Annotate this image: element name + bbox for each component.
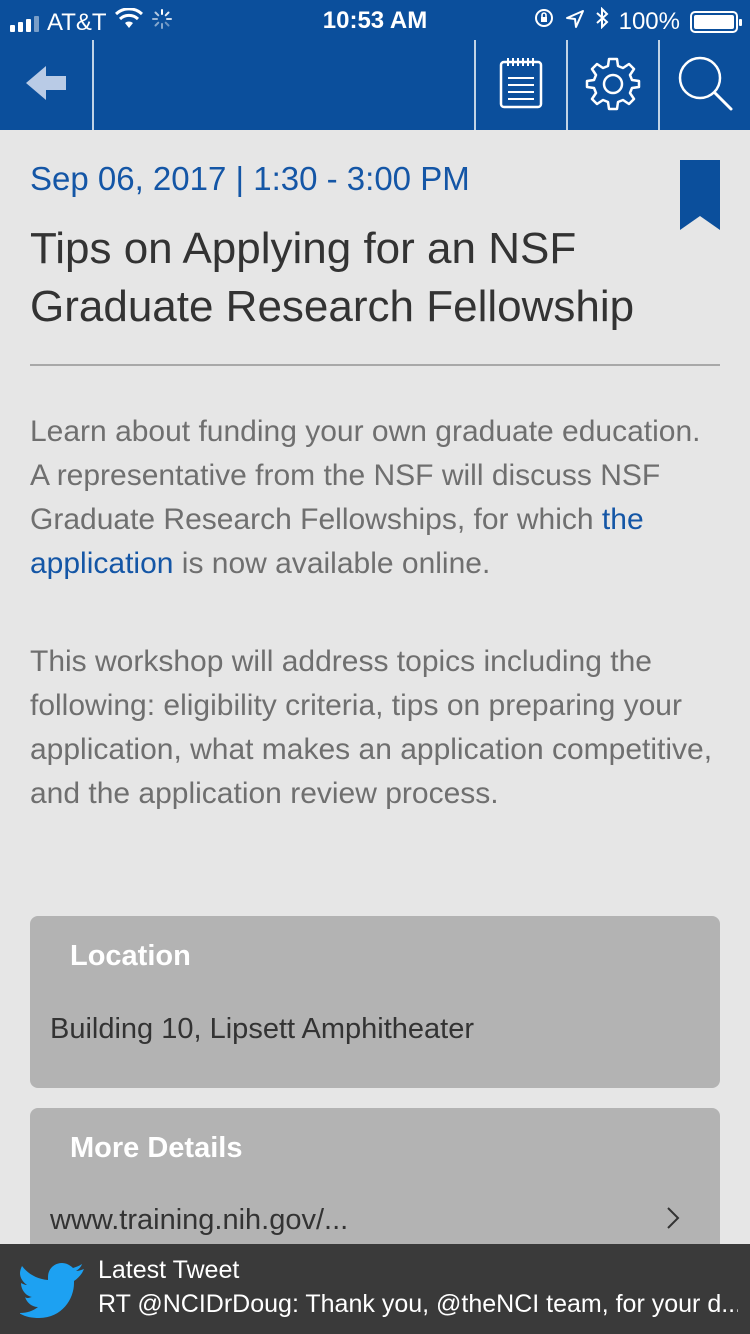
tweet-title: Latest Tweet (98, 1256, 240, 1284)
location-card-title: Location (70, 940, 191, 972)
battery-icon (690, 10, 742, 33)
orientation-lock-icon (533, 7, 555, 36)
latest-tweet-bar[interactable]: Latest Tweet RT @NCIDrDoug: Thank you, @… (0, 1244, 750, 1334)
description-text: Learn about funding your own graduate ed… (30, 415, 701, 536)
back-button[interactable] (0, 40, 92, 130)
description-text-end: is now available online. (173, 547, 491, 580)
more-details-link[interactable]: www.training.nih.gov/... (50, 1204, 348, 1237)
location-icon (565, 8, 585, 36)
notes-button[interactable] (476, 40, 566, 130)
bookmark-icon[interactable] (680, 160, 720, 230)
divider (30, 364, 720, 366)
twitter-bird-icon (19, 1262, 86, 1323)
more-details-title: More Details (70, 1132, 243, 1164)
search-button[interactable] (660, 40, 750, 130)
event-description-2: This workshop will address topics includ… (30, 645, 713, 810)
location-card: Location Building 10, Lipsett Amphitheat… (30, 916, 720, 1088)
nav-bar (0, 40, 750, 130)
chevron-right-icon (666, 1206, 680, 1235)
gear-icon (585, 55, 641, 116)
event-date: Sep 06, 2017 | 1:30 - 3:00 PM (30, 160, 470, 197)
status-bar: AT&T 10:53 AM 100% (0, 0, 750, 40)
back-arrow-icon (24, 63, 68, 108)
event-description: Learn about funding your own graduate ed… (30, 410, 720, 586)
notepad-icon (498, 56, 544, 115)
tweet-text: RT @NCIDrDoug: Thank you, @theNCI team, … (98, 1290, 738, 1318)
location-value: Building 10, Lipsett Amphitheater (50, 1013, 474, 1045)
search-icon (675, 53, 735, 118)
settings-button[interactable] (568, 40, 658, 130)
bluetooth-icon (595, 6, 609, 36)
event-title: Tips on Applying for an NSF Graduate Res… (30, 224, 635, 331)
battery-percent: 100% (618, 7, 680, 35)
